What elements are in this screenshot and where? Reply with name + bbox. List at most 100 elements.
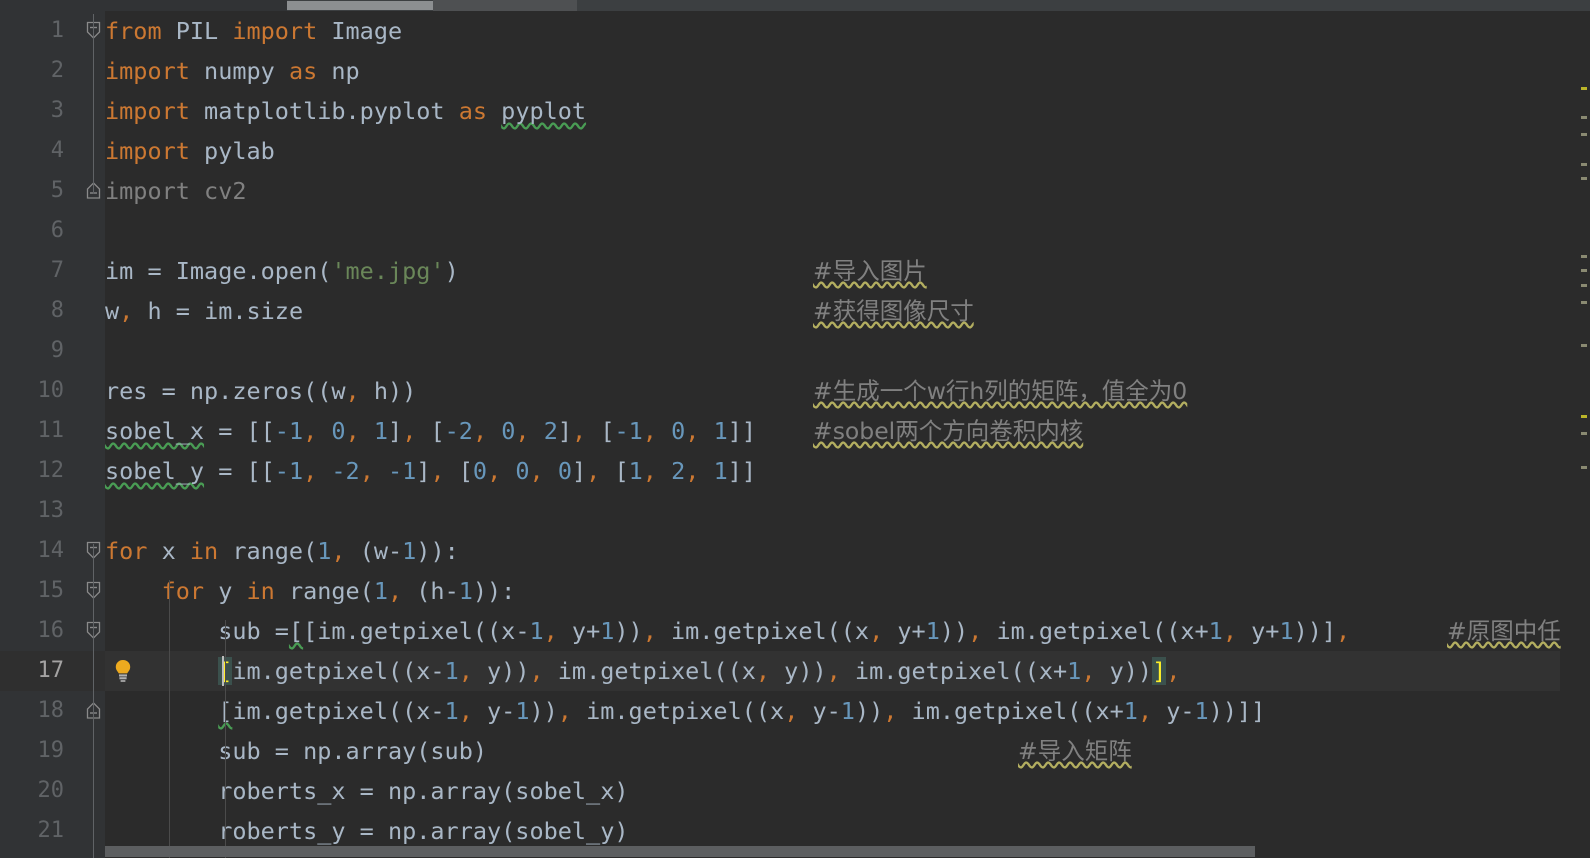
code-line-3[interactable]: 3 import matplotlib.pyplot as pyplot (0, 91, 1590, 131)
code-line-9[interactable]: 9 (0, 331, 1590, 371)
code-text[interactable]: im = Image.open('me.jpg') (105, 251, 459, 291)
code-text[interactable]: res = np.zeros((w, h)) (105, 371, 416, 411)
token: sobel_x (105, 417, 205, 445)
token: 1 (402, 537, 417, 565)
code-line-14[interactable]: 14 for x in range(1, (w-1)): (0, 531, 1590, 571)
token: [ (416, 417, 445, 445)
top-strip-segment-mid (433, 0, 577, 11)
token: np.array(sobel_x) (387, 777, 629, 805)
token: ] (1152, 657, 1167, 685)
token: -2 (444, 417, 473, 445)
token: -1 (274, 457, 304, 485)
line-number: 8 (50, 298, 64, 323)
token: 1 (373, 417, 389, 445)
token: import (232, 17, 332, 45)
code-text[interactable]: sobel_y = [[-1, -2, -1], [0, 0, 0], [1, … (105, 451, 756, 491)
token: 1 (317, 537, 332, 565)
code-text[interactable]: [im.getpixel((x-1, y)), im.getpixel((x, … (105, 651, 1180, 691)
code-line-11[interactable]: 11 sobel_x = [[-1, 0, 1], [-2, 0, 2], [-1… (0, 411, 1590, 451)
code-line-19[interactable]: 19 sub = np.array(sub) #导入矩阵 (0, 731, 1590, 771)
code-line-8[interactable]: 8 w, h = im.size #获得图像尺寸 (0, 291, 1590, 331)
token: (h- (402, 577, 459, 605)
token: for (161, 577, 219, 605)
code-text[interactable]: sub = np.array(sub) (105, 731, 487, 771)
token: in (189, 537, 233, 565)
token: import (105, 97, 205, 125)
code-line-12[interactable]: 12 sobel_y = [[-1, -2, -1], [0, 0, 0], [1… (0, 451, 1590, 491)
code-line-1[interactable]: 1 from PIL import Image (0, 11, 1590, 51)
token: w (105, 297, 120, 325)
horizontal-scrollbar-thumb[interactable] (105, 846, 1255, 857)
code-line-13[interactable]: 13 (0, 491, 1590, 531)
code-text[interactable]: w, h = im.size (105, 291, 303, 331)
token: ))]] (1208, 697, 1266, 725)
code-text[interactable]: roberts_x = np.array(sobel_x) (105, 771, 629, 811)
code-line-16[interactable]: 16 sub =[[im.getpixel((x-1, y+1)), im.ge… (0, 611, 1590, 651)
token: im.getpixel((x (571, 697, 785, 725)
token: im.getpixel((x (656, 617, 870, 645)
code-text[interactable]: import numpy as np (105, 51, 360, 91)
code-text[interactable]: sub =[[im.getpixel((x-1, y+1)), im.getpi… (105, 611, 1350, 651)
token: , (642, 417, 657, 445)
code-text[interactable]: import cv2 (105, 171, 247, 211)
token: im.getpixel((x- (232, 697, 445, 725)
code-line-10[interactable]: 10 res = np.zeros((w, h)) #生成一个w行h列的矩阵，值全为… (0, 371, 1590, 411)
inline-comment: #导入图片 (813, 257, 927, 285)
code-line-20[interactable]: 20 roberts_x = np.array(sobel_x) (0, 771, 1590, 811)
line-number: 19 (37, 738, 65, 763)
token: )) (854, 697, 884, 725)
token: , (586, 457, 601, 485)
token: ] (572, 457, 587, 485)
line-number: 1 (50, 18, 64, 43)
token: cv2 (204, 177, 247, 205)
code-text[interactable]: [im.getpixel((x-1, y-1)), im.getpixel((x… (105, 691, 1265, 731)
token: pylab (204, 137, 275, 165)
token: , (430, 457, 445, 485)
line-number: 11 (37, 418, 65, 443)
code-line-15[interactable]: 15 for y in range(1, (h-1)): (0, 571, 1590, 611)
line-number: 15 (37, 578, 65, 603)
code-text[interactable]: from PIL import Image (105, 11, 402, 51)
token: [ (288, 617, 304, 645)
code-line-4[interactable]: 4 import pylab (0, 131, 1590, 171)
token: , (529, 657, 544, 685)
top-scrollbar-thumb[interactable] (287, 1, 433, 10)
code-text[interactable]: sobel_x = [[-1, 0, 1], [-2, 0, 2], [-1, … (105, 411, 756, 451)
code-text[interactable]: import pylab (105, 131, 275, 171)
code-line-18[interactable]: 18 [im.getpixel((x-1, y-1)), im.getpixel… (0, 691, 1590, 731)
token: = (147, 257, 176, 285)
code-editor[interactable]: 1 from PIL import Image 2 import numpy as n… (0, 0, 1590, 858)
code-text[interactable]: for y in range(1, (h-1)): (105, 571, 516, 611)
token: , (557, 697, 572, 725)
code-line-6[interactable]: 6 (0, 211, 1590, 251)
line-number: 3 (50, 98, 64, 123)
line-number: 12 (37, 458, 65, 483)
code-line-17[interactable]: 17 [im.getpixel((x-1, y)), im.getpixel((… (0, 651, 1590, 691)
token: )): (416, 537, 459, 565)
token: y+ (883, 617, 926, 645)
token: y+ (557, 617, 601, 645)
line-number: 17 (37, 658, 65, 683)
token: 1 (1067, 657, 1082, 685)
token: x (161, 537, 190, 565)
code-line-7[interactable]: 7 im = Image.open('me.jpg') #导入图片 (0, 251, 1590, 291)
code-text[interactable]: for x in range(1, (w-1)): (105, 531, 459, 571)
token: ]] (727, 457, 757, 485)
top-scrollbar[interactable] (0, 0, 1590, 11)
code-text[interactable]: import matplotlib.pyplot as pyplot (105, 91, 586, 131)
token: import (105, 57, 205, 85)
code-line-2[interactable]: 2 import numpy as np (0, 51, 1590, 91)
code-line-5[interactable]: 5 import cv2 (0, 171, 1590, 211)
line-number: 2 (50, 58, 64, 83)
horizontal-scrollbar[interactable] (105, 845, 1560, 858)
token: im (105, 257, 148, 285)
token: , (359, 457, 374, 485)
